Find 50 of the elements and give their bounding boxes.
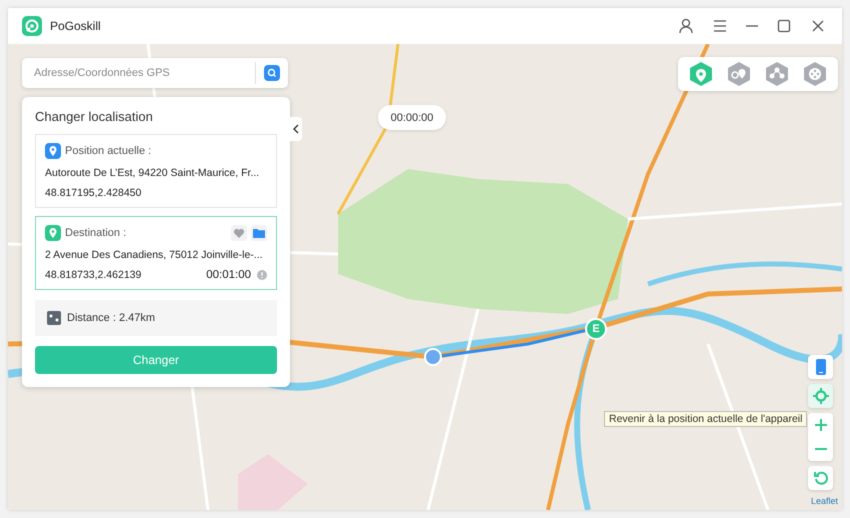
- destination-coordinates: 48.818733,2.462139: [45, 269, 142, 281]
- close-icon: [810, 18, 826, 34]
- refresh-icon: [814, 471, 828, 485]
- maximize-icon: [776, 18, 792, 34]
- address-search-field[interactable]: Adresse/Coordonnées GPS: [22, 58, 288, 88]
- mode-button[interactable]: [764, 61, 790, 87]
- zoom-in-button[interactable]: [808, 413, 833, 437]
- current-coordinates: 48.817195,2.428450: [45, 187, 142, 199]
- mode-button[interactable]: [802, 61, 828, 87]
- menu-icon: [712, 18, 728, 34]
- pin-icon: [45, 225, 61, 241]
- distance-icon: [47, 311, 61, 325]
- logo-icon: [22, 16, 42, 36]
- user-icon: [678, 18, 694, 34]
- folder-button[interactable]: [251, 225, 267, 241]
- phone-icon: [816, 359, 826, 375]
- crosshair-icon: [812, 388, 828, 404]
- heart-icon: [233, 227, 245, 239]
- search-button[interactable]: [264, 65, 280, 81]
- tooltip: Revenir à la position actuelle de l'appareil: [604, 411, 808, 427]
- minimize-icon: [746, 25, 758, 27]
- pin-icon: [688, 61, 714, 87]
- current-position-label: Position actuelle :: [65, 145, 152, 157]
- pin-icon: [45, 143, 61, 159]
- joystick-icon: [802, 61, 828, 87]
- device-button[interactable]: [808, 355, 833, 379]
- info-icon: [257, 270, 267, 280]
- destination-label: Destination :: [65, 227, 128, 239]
- panel-title: Changer localisation: [35, 109, 154, 124]
- window-title: PoGoskill: [50, 19, 102, 33]
- mode-button[interactable]: [726, 61, 752, 87]
- collapse-button[interactable]: [290, 117, 302, 141]
- search-icon: [267, 68, 277, 78]
- distance-text: Distance : 2.47km: [67, 312, 156, 324]
- plus-icon: [814, 419, 826, 431]
- route-points-icon: [764, 61, 790, 87]
- zoom-out-button[interactable]: [808, 437, 833, 461]
- attribution-link[interactable]: Leaflet: [811, 496, 838, 506]
- mode-button[interactable]: [688, 61, 714, 87]
- favorite-button[interactable]: [231, 225, 247, 241]
- timer-display: 00:00:00: [378, 105, 446, 130]
- folder-icon: [253, 227, 265, 239]
- change-button[interactable]: Changer: [35, 346, 277, 374]
- destination-address: 2 Avenue Des Canadiens, 75012 Joinville-le-...: [45, 249, 264, 261]
- reset-button[interactable]: [808, 466, 833, 490]
- chevron-left-icon: [293, 124, 299, 134]
- recenter-button[interactable]: [808, 384, 833, 408]
- travel-time: 00:01:00: [206, 269, 251, 281]
- current-address: Autoroute De L’Est, 94220 Saint-Maurice, Fr...: [45, 167, 260, 179]
- two-pins-icon: [726, 61, 752, 87]
